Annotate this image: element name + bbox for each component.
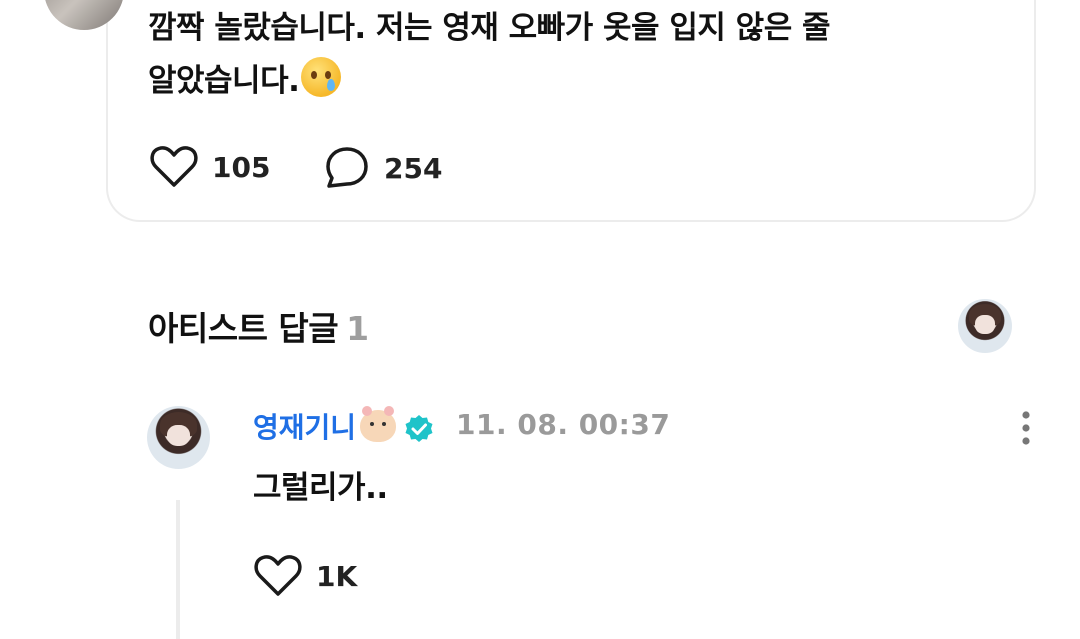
reply-author-name[interactable]: 영재기니 xyxy=(253,406,356,446)
post-comment-button[interactable]: 254 xyxy=(324,145,442,191)
post-comment-count: 254 xyxy=(384,151,443,185)
heart-icon xyxy=(254,555,302,596)
reply-author[interactable]: 영재기니 xyxy=(253,406,397,446)
reply-like-count: 1K xyxy=(316,559,358,593)
post-like-button[interactable]: 105 xyxy=(150,145,270,189)
verified-badge-icon xyxy=(405,415,433,442)
artist-replies-title: 아티스트 답글 xyxy=(148,309,339,348)
reply-like-button[interactable]: 1K xyxy=(254,554,357,598)
reply-timestamp: 11. 08. 00:37 xyxy=(456,408,671,441)
post-body: 깜짝 놀랐습니다. 저는 영재 오빠가 옷을 입지 않은 줄 알았습니다. xyxy=(148,2,928,108)
artist-avatar-small[interactable] xyxy=(958,299,1012,353)
artist-replies-count: 1 xyxy=(346,309,369,348)
crying-face-icon xyxy=(301,57,342,97)
post-text-line1: 깜짝 놀랐습니다. 저는 영재 오빠가 옷을 입지 않은 줄 xyxy=(148,10,831,46)
more-options-icon[interactable] xyxy=(1018,410,1034,446)
reply-body: 그럴리가.. xyxy=(253,470,388,506)
heart-icon xyxy=(150,146,198,187)
post-text-line2: 알았습니다. xyxy=(148,63,300,99)
thread-line xyxy=(176,500,180,639)
hamster-face-icon xyxy=(360,406,397,442)
artist-replies-header: 아티스트 답글 1 xyxy=(148,302,369,350)
reply-author-avatar[interactable] xyxy=(147,406,210,469)
post-like-count: 105 xyxy=(212,150,271,184)
comment-bubble-icon xyxy=(326,147,368,188)
